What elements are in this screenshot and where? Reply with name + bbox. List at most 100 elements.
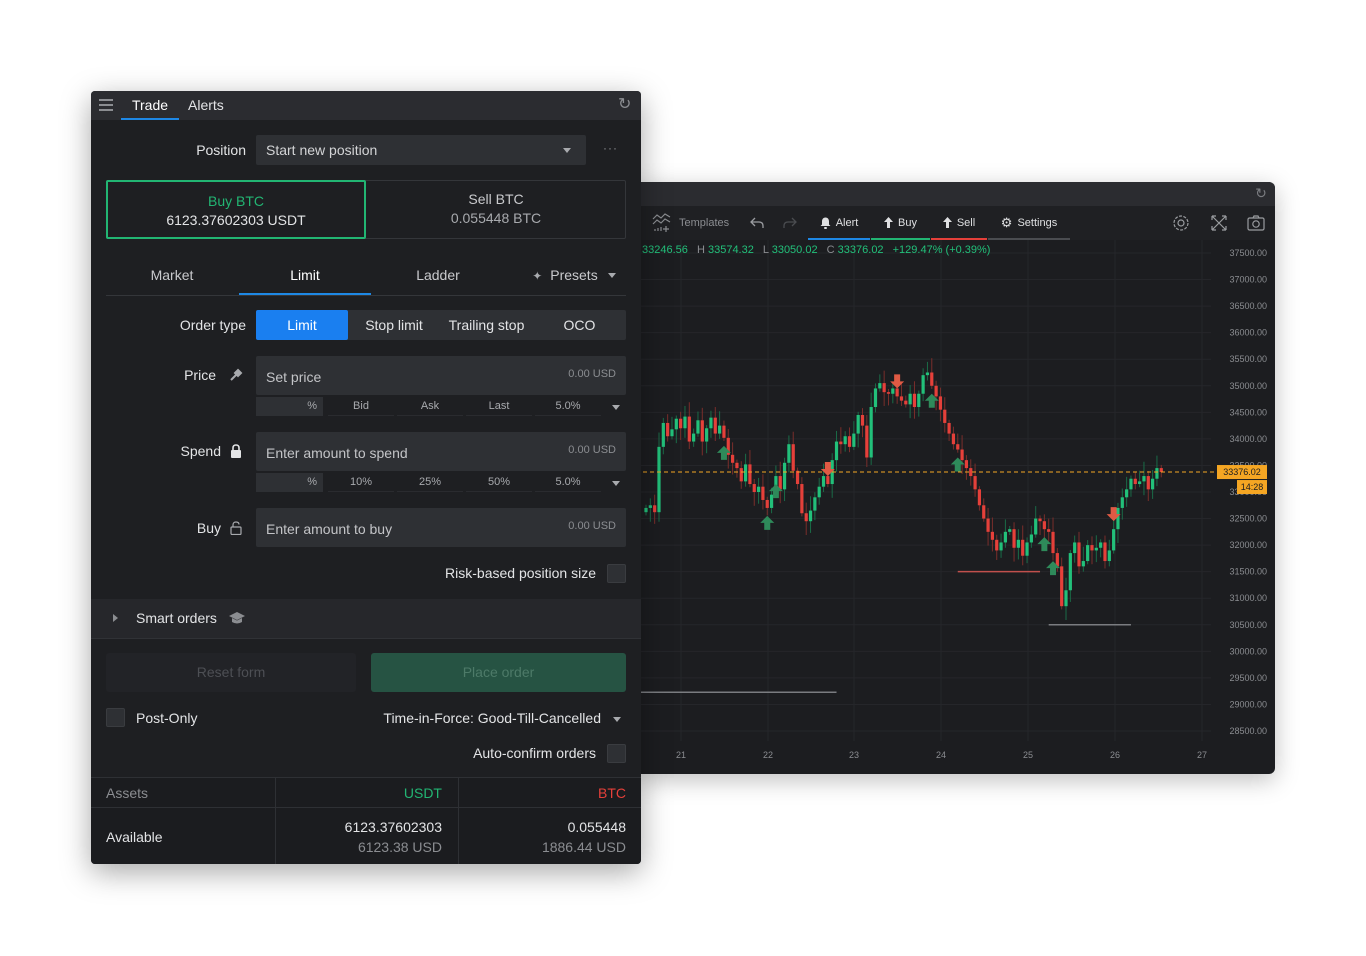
buy-btc-button[interactable]: Buy BTC 6123.37602303 USDT	[106, 180, 366, 239]
candle-body	[960, 449, 964, 461]
candle-body	[869, 407, 873, 458]
btc-available: 0.055448	[567, 819, 626, 835]
ohlc-readout: 33246.56 H 33574.32 L 33050.02 C 33376.0…	[642, 244, 990, 256]
candle-body	[856, 414, 860, 434]
price-field[interactable]: 0.00 USD	[256, 356, 626, 397]
spend-percent-input[interactable]: %	[256, 473, 323, 492]
candle-body	[1038, 518, 1042, 522]
candle-body	[1142, 476, 1146, 482]
candle-body	[938, 396, 943, 410]
settings-toolbar-button[interactable]: ⚙ Settings	[988, 206, 1070, 240]
candle-body	[899, 396, 904, 401]
more-options-button[interactable]: ···	[603, 141, 618, 155]
price-ask-button[interactable]: Ask	[397, 397, 463, 416]
order-type-label: Order type	[179, 317, 246, 333]
assets-table: Assets USDT BTC Available 6123.37602303 …	[91, 777, 641, 864]
spend-field[interactable]: 0.00 USD	[256, 432, 626, 473]
sell-toolbar-button[interactable]: Sell	[931, 206, 987, 240]
time-in-force-select[interactable]: Time-in-Force: Good-Till-Cancelled	[383, 710, 621, 726]
chevron-down-icon[interactable]	[612, 405, 620, 410]
tab-presets[interactable]: ✦ Presets	[506, 261, 624, 294]
spend-input[interactable]	[256, 432, 558, 473]
candle-body	[700, 420, 704, 442]
candle-body	[925, 372, 930, 376]
auto-confirm-checkbox[interactable]	[607, 744, 626, 763]
candle-body	[1120, 497, 1124, 508]
spend-10-button[interactable]: 10%	[328, 473, 394, 492]
tab-ladder[interactable]: Ladder	[372, 261, 504, 294]
redo-button[interactable]	[783, 206, 797, 239]
ohlc-change: +129.47% (+0.39%)	[892, 244, 991, 256]
menu-icon[interactable]	[99, 99, 113, 111]
price-input[interactable]	[256, 356, 558, 397]
buy-amount-field[interactable]: 0.00 USD	[256, 508, 626, 549]
tab-alerts[interactable]: Alerts	[188, 91, 224, 120]
price-last-button[interactable]: Last	[466, 397, 532, 416]
order-type-oco[interactable]: OCO	[533, 310, 626, 340]
candle-body	[1003, 531, 1007, 543]
candle-body	[1068, 553, 1072, 591]
assets-col-usdt: USDT	[403, 785, 442, 801]
spend-25-button[interactable]: 25%	[397, 473, 463, 492]
camera-icon[interactable]	[1246, 214, 1266, 232]
alert-button[interactable]: Alert	[808, 206, 870, 240]
available-label: Available	[106, 829, 163, 845]
candle-body	[1025, 542, 1029, 556]
price-percent-input[interactable]: %	[256, 397, 323, 416]
candle-body	[674, 418, 678, 430]
candle-body	[782, 462, 787, 490]
smart-orders-section[interactable]: Smart orders	[91, 599, 641, 639]
refresh-icon[interactable]: ↻	[1253, 185, 1269, 201]
place-order-button[interactable]: Place order	[371, 653, 626, 692]
candle-body	[821, 476, 826, 487]
chart-settings-icon[interactable]	[1171, 214, 1191, 232]
buy-toolbar-button[interactable]: Buy	[871, 206, 930, 240]
x-tick-label: 26	[1110, 750, 1120, 760]
presets-label: Presets	[550, 267, 598, 283]
candle-body	[878, 383, 882, 389]
price-bid-button[interactable]: Bid	[328, 397, 394, 416]
spend-offset-select[interactable]: 5.0%	[535, 473, 601, 492]
candle-body	[718, 425, 722, 434]
candle-body	[1029, 534, 1033, 543]
candle-body	[908, 393, 912, 405]
tab-trade[interactable]: Trade	[121, 91, 179, 120]
unlock-icon[interactable]	[229, 521, 243, 535]
candle-body	[912, 393, 917, 408]
candle-body	[999, 542, 1003, 551]
price-offset-select[interactable]: 5.0%	[535, 397, 601, 416]
templates-button[interactable]: Templates	[652, 206, 729, 239]
candle-body	[670, 429, 674, 437]
fullscreen-icon[interactable]	[1209, 214, 1229, 232]
lock-icon[interactable]	[229, 444, 243, 458]
spend-50-button[interactable]: 50%	[466, 473, 532, 492]
tab-limit[interactable]: Limit	[239, 261, 371, 295]
candle-body	[1107, 550, 1111, 562]
candle-body	[886, 392, 891, 394]
risk-position-checkbox[interactable]	[607, 564, 626, 583]
refresh-icon[interactable]: ↻	[618, 97, 634, 113]
eyedropper-icon[interactable]	[229, 368, 243, 382]
candle-body	[839, 441, 843, 445]
chevron-down-icon[interactable]	[612, 481, 620, 486]
buy-amount-input[interactable]	[256, 508, 558, 549]
side-toggle: Buy BTC 6123.37602303 USDT Sell BTC 0.05…	[106, 180, 626, 239]
sell-btc-button[interactable]: Sell BTC 0.055448 BTC	[366, 180, 626, 239]
candle-body	[713, 417, 717, 434]
undo-button[interactable]	[750, 206, 764, 239]
position-select[interactable]: Start new position	[256, 135, 586, 165]
candlestick-chart[interactable]: 37500.00 37000.00 36500.00 36000.00 35500.00…	[636, 240, 1275, 774]
candle-body	[947, 422, 951, 434]
candle-body	[1034, 518, 1038, 535]
tab-market[interactable]: Market	[106, 261, 238, 294]
candle-body	[648, 505, 652, 508]
post-only-checkbox[interactable]	[106, 708, 125, 727]
order-type-stop-limit[interactable]: Stop limit	[348, 310, 440, 340]
chevron-down-icon	[563, 148, 571, 153]
y-tick-label: 32000.00	[1229, 540, 1267, 550]
order-type-trailing-stop[interactable]: Trailing stop	[440, 310, 533, 340]
reset-form-button[interactable]: Reset form	[106, 653, 356, 692]
y-tick-label: 35000.00	[1229, 381, 1267, 391]
order-type-limit[interactable]: Limit	[256, 310, 348, 340]
candle-body	[860, 414, 865, 426]
